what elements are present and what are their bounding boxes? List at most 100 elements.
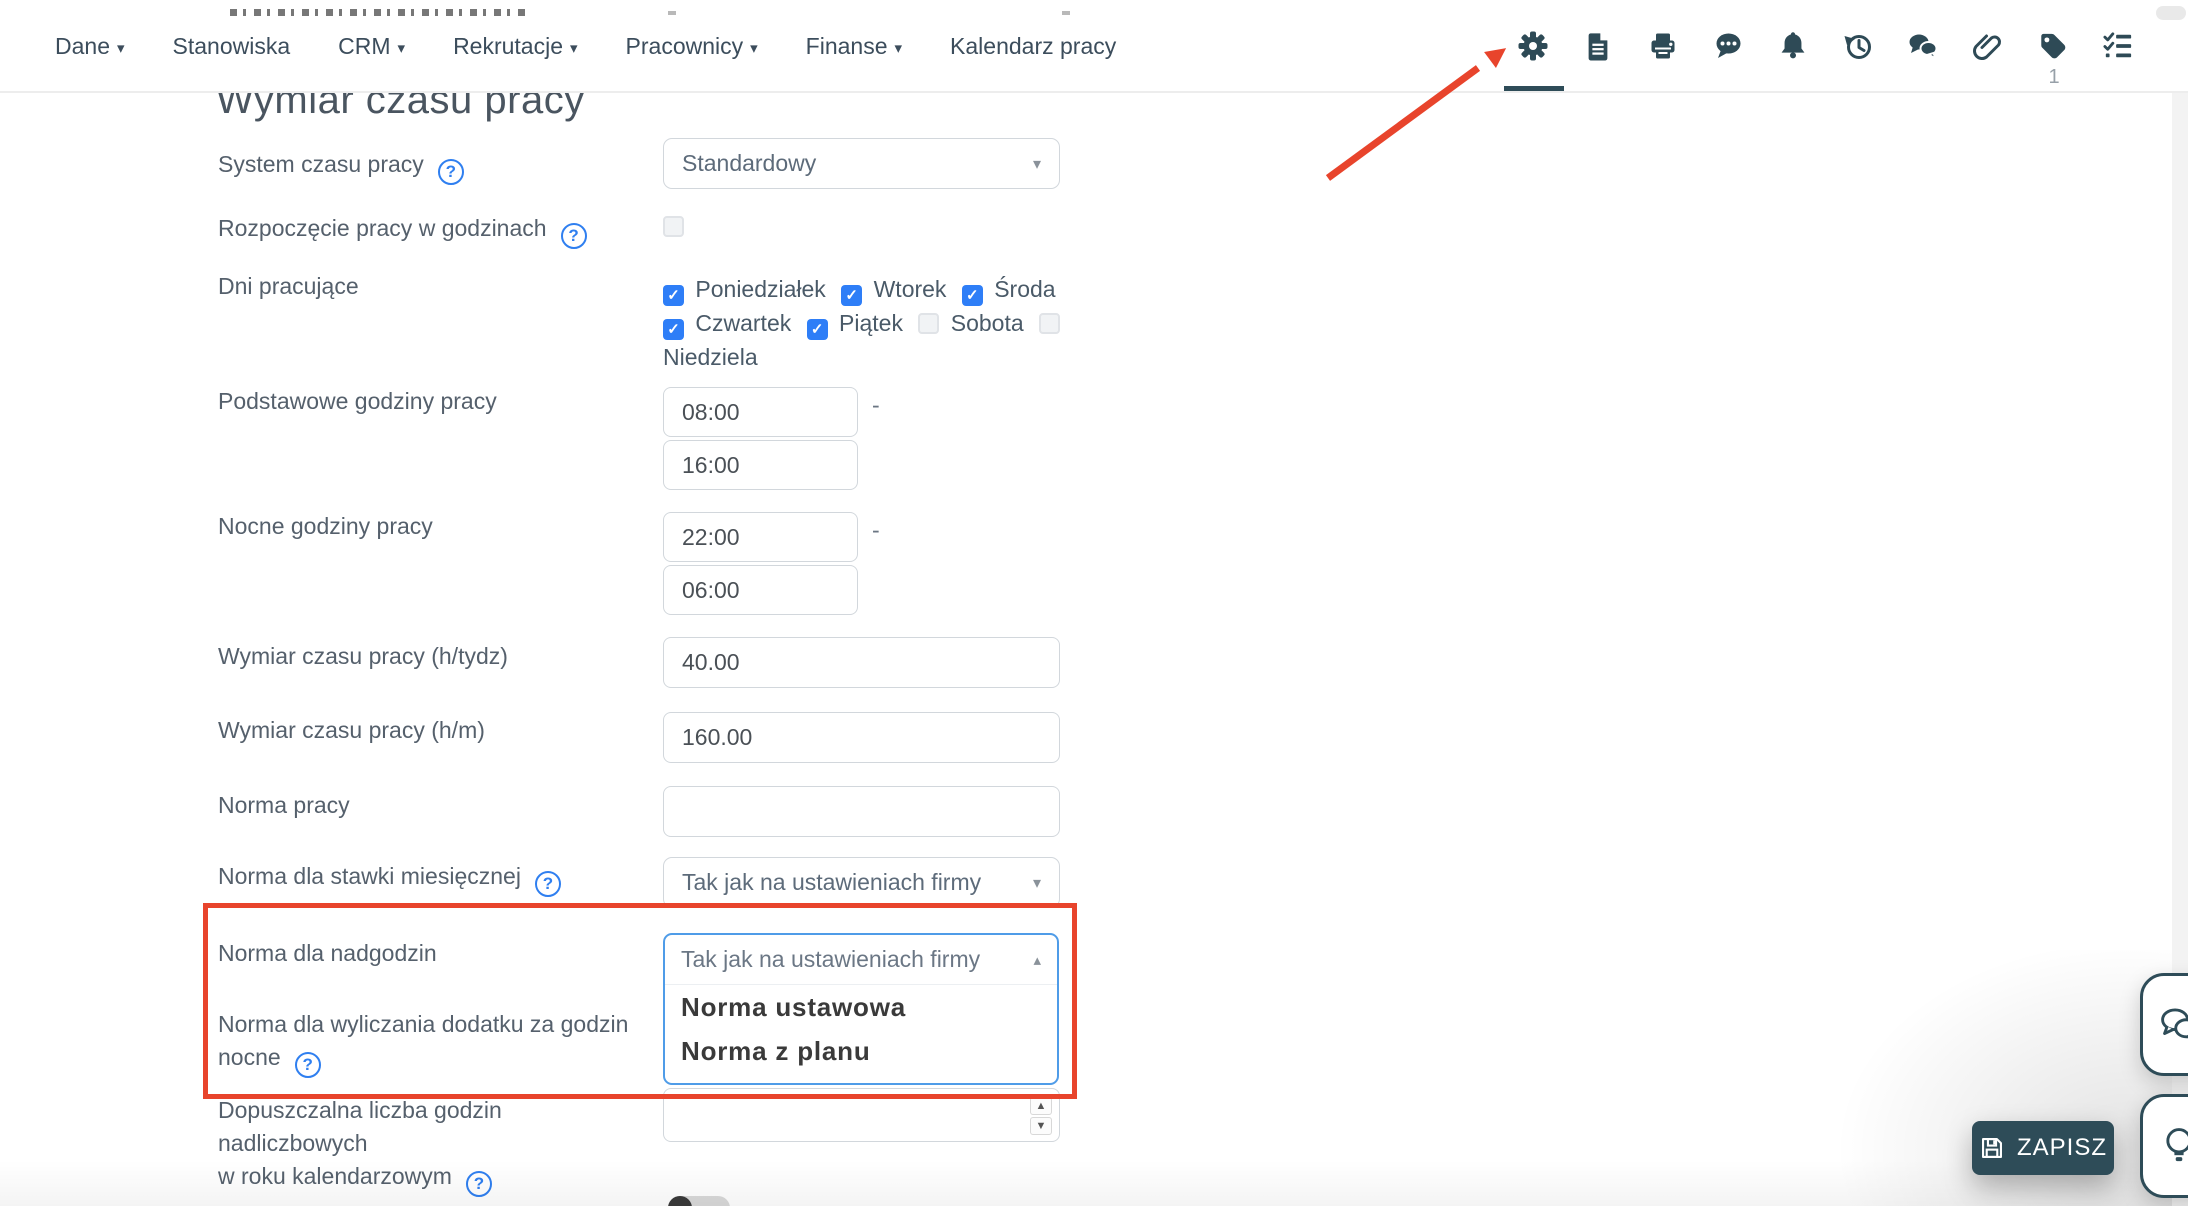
chevron-down-icon: ▾	[894, 39, 903, 57]
combobox-options: Norma ustawowa Norma z planu	[665, 985, 1057, 1073]
printer-icon[interactable]	[1647, 30, 1679, 62]
checklist-icon[interactable]	[2102, 30, 2134, 62]
combobox-selected-value[interactable]: Tak jak na ustawieniach firmy ▴	[665, 935, 1057, 985]
label-norma-dodatku: Norma dla wyliczania dodatku za godzin n…	[218, 1008, 648, 1078]
chevron-down-icon: ▾	[1032, 874, 1041, 892]
help-icon[interactable]: ?	[437, 159, 464, 185]
day-label: Wtorek	[873, 276, 947, 302]
range-separator: -	[872, 392, 880, 418]
help-icon[interactable]: ?	[294, 1052, 321, 1078]
combobox-option[interactable]: Norma ustawowa	[665, 985, 1057, 1029]
chevron-down-icon: ▾	[116, 39, 125, 57]
norma-pracy-input[interactable]	[663, 786, 1060, 837]
nav-item-label: Finanse	[805, 33, 888, 59]
nav-item-pracownicy[interactable]: Pracownicy ▾	[626, 33, 758, 60]
nav-item-finanse[interactable]: Finanse ▾	[806, 33, 902, 60]
history-icon[interactable]	[1842, 30, 1874, 62]
chevron-up-icon: ▴	[1033, 951, 1041, 969]
shadow-gradient	[1700, 950, 2188, 1206]
nav-item-label: CRM	[338, 33, 391, 59]
working-days-group: ✓ Poniedziałek ✓ Wtorek ✓ Środa ✓ Czwart…	[663, 272, 1087, 374]
chevron-down-icon: ▾	[397, 39, 406, 57]
nav-item-label: Stanowiska	[172, 33, 291, 59]
tag-icon[interactable]	[2037, 30, 2069, 62]
system-czasu-pracy-select[interactable]: Standardowy ▾	[663, 138, 1060, 189]
label-norma-nadgodzin: Norma dla nadgodzin	[218, 940, 437, 966]
number-spinner: ▲ ▼	[1030, 1097, 1052, 1135]
combobox-option[interactable]: Norma z planu	[665, 1029, 1057, 1073]
hours-per-month-input[interactable]: 160.00	[663, 712, 1060, 763]
main-menu: Dane ▾ Stanowiska CRM ▾ Rekrutacje ▾ Pracownicy…	[55, 0, 1116, 93]
paperclip-icon[interactable]	[1972, 30, 2004, 62]
overtime-limit-input[interactable]: ▲ ▼	[663, 1088, 1060, 1142]
night-hours-to-input[interactable]: 06:00	[663, 565, 858, 615]
day-label: Piątek	[839, 310, 903, 336]
help-hint-button[interactable]	[2140, 1094, 2188, 1198]
help-icon[interactable]: ?	[465, 1171, 492, 1197]
top-navigation-bar: Dane ▾ Stanowiska CRM ▾ Rekrutacje ▾ Pracownicy…	[0, 0, 2188, 93]
label-dopuszczalna: Dopuszczalna liczba godzin nadliczbowych…	[218, 1094, 678, 1197]
day-label: Czwartek	[695, 310, 792, 336]
chevron-down-icon: ▾	[1032, 155, 1041, 173]
document-icon[interactable]	[1582, 30, 1614, 62]
day-checkbox-czwartek[interactable]: ✓	[663, 319, 684, 340]
nav-item-label: Kalendarz pracy	[950, 33, 1117, 59]
save-button-label: ZAPISZ	[2016, 1134, 2107, 1161]
help-icon[interactable]: ?	[560, 223, 587, 249]
nav-item-label: Rekrutacje	[453, 33, 563, 59]
active-tab-indicator	[1504, 86, 1564, 91]
day-label: Środa	[994, 276, 1056, 302]
label-system-czasu-pracy: System czasu pracy?	[218, 148, 464, 185]
norma-nadgodzin-combobox-open: Tak jak na ustawieniach firmy ▴ Norma ust…	[663, 933, 1059, 1085]
bell-icon[interactable]	[1777, 30, 1809, 62]
feedback-chat-button[interactable]	[2140, 973, 2188, 1076]
day-label: Poniedziałek	[695, 276, 826, 302]
comment-dots-icon[interactable]	[1712, 30, 1744, 62]
label-wymiar-tydz: Wymiar czasu pracy (h/tydz)	[218, 643, 508, 669]
hours-per-week-input[interactable]: 40.00	[663, 637, 1060, 688]
label-norma-stawki: Norma dla stawki miesięcznej?	[218, 860, 561, 897]
day-checkbox-sobota[interactable]	[918, 313, 940, 334]
label-dni-pracujace: Dni pracujące	[218, 273, 359, 299]
day-checkbox-niedziela[interactable]	[1039, 313, 1061, 334]
nav-item-crm[interactable]: CRM ▾	[338, 33, 405, 60]
day-checkbox-wtorek[interactable]: ✓	[841, 285, 863, 306]
nav-item-label: Dane	[55, 33, 110, 59]
app-window: Wymiar czasu pracy Dane ▾ Stanowiska CRM ▾ Re…	[0, 0, 2188, 1206]
rozpoczecie-checkbox[interactable]	[663, 216, 684, 237]
spinner-down-icon[interactable]: ▼	[1030, 1117, 1052, 1135]
comments-icon[interactable]	[1907, 30, 1939, 62]
day-checkbox-środa[interactable]: ✓	[961, 285, 983, 306]
chat-bubbles-icon	[2161, 1007, 2188, 1038]
toggle-switch-partial[interactable]	[668, 1196, 730, 1206]
nav-item-stanowiska[interactable]: Stanowiska	[173, 33, 291, 60]
label-nocne-godziny: Nocne godziny pracy	[218, 513, 433, 539]
label-rozpoczecie-pracy: Rozpoczęcie pracy w godzinach?	[218, 212, 587, 249]
chevron-down-icon: ▾	[570, 39, 578, 57]
day-label: Niedziela	[663, 344, 758, 370]
night-hours-from-input[interactable]: 22:00	[663, 512, 858, 562]
save-icon	[1981, 1138, 2002, 1158]
day-checkbox-poniedziałek[interactable]: ✓	[663, 285, 684, 306]
basic-hours-from-input[interactable]: 08:00	[663, 387, 858, 437]
day-checkbox-piątek[interactable]: ✓	[806, 319, 828, 340]
nav-item-rekrutacje[interactable]: Rekrutacje ▾	[453, 33, 577, 60]
nav-item-dane[interactable]: Dane ▾	[55, 33, 125, 60]
tag-count-badge: 1	[2048, 66, 2060, 88]
help-icon[interactable]: ?	[534, 871, 561, 897]
lightbulb-icon	[2166, 1128, 2188, 1162]
save-button[interactable]: ZAPISZ	[1972, 1121, 2114, 1175]
range-separator: -	[872, 517, 880, 543]
spinner-up-icon[interactable]: ▲	[1030, 1097, 1052, 1115]
nav-item-label: Pracownicy	[625, 33, 744, 59]
norma-stawki-select[interactable]: Tak jak na ustawieniach firmy ▾	[663, 857, 1060, 908]
chevron-down-icon: ▾	[750, 39, 758, 57]
gear-icon[interactable]	[1517, 30, 1549, 62]
toggle-knob	[668, 1196, 692, 1206]
label-wymiar-m: Wymiar czasu pracy (h/m)	[218, 717, 485, 743]
scroll-pill	[2156, 6, 2186, 20]
nav-item-kalendarz-pracy[interactable]: Kalendarz pracy	[950, 33, 1116, 60]
toolbar-icons	[1517, 30, 2134, 62]
basic-hours-to-input[interactable]: 16:00	[663, 440, 858, 490]
label-podstawowe-godziny: Podstawowe godziny pracy	[218, 388, 497, 414]
